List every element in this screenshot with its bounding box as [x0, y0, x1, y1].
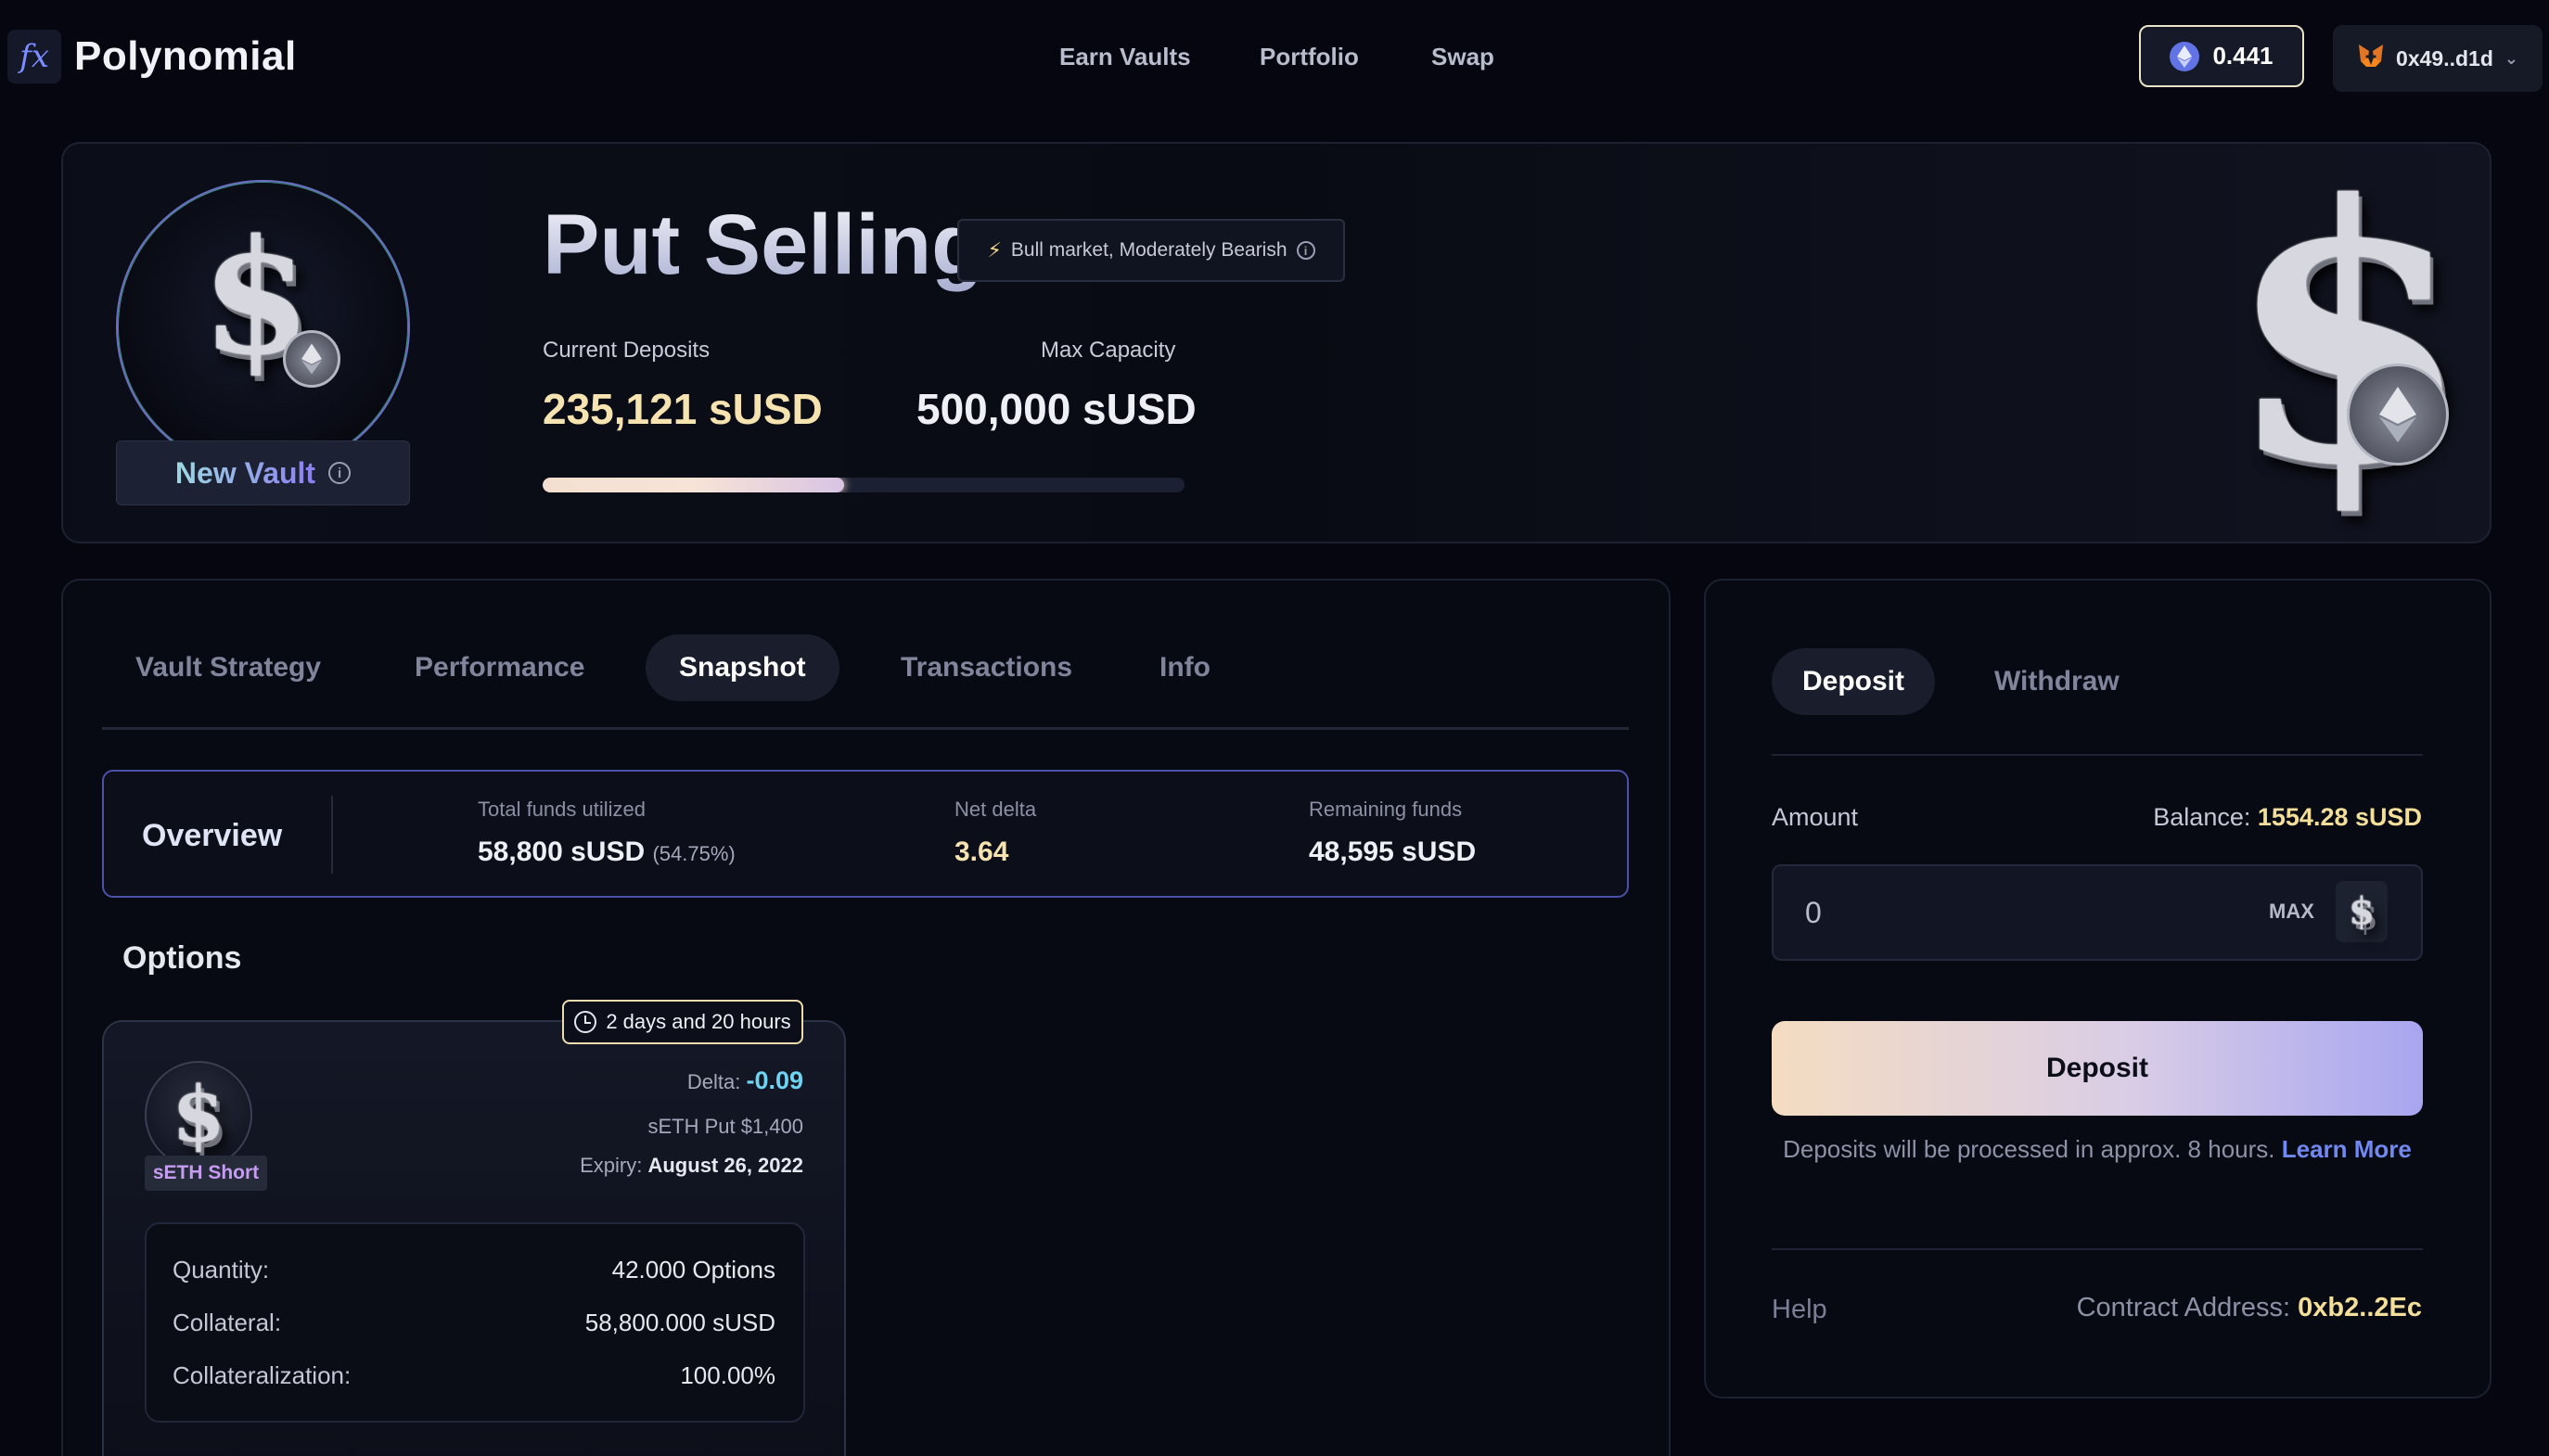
amount-input[interactable] [1805, 888, 2176, 937]
current-deposits-value: 235,121 sUSD [543, 385, 823, 433]
expiry-timer: 2 days and 20 hours [562, 1000, 803, 1044]
brand-name[interactable]: Polynomial [74, 33, 297, 80]
collateral-value: 58,800.000 sUSD [584, 1309, 775, 1336]
nav-swap[interactable]: Swap [1431, 43, 1494, 71]
dollar-coin-icon: $ [172, 1070, 225, 1159]
nav-earn-vaults[interactable]: Earn Vaults [1059, 43, 1191, 71]
info-icon[interactable]: i [1296, 241, 1315, 260]
ethereum-icon [283, 330, 340, 388]
market-tag-label: Bull market, Moderately Bearish [1010, 239, 1287, 261]
tab-withdraw[interactable]: Withdraw [1994, 648, 2120, 715]
dollar-sign-icon: $ [2226, 128, 2472, 543]
quantity-label: Quantity: [173, 1256, 270, 1284]
balance-value: 1554.28 sUSD [2257, 803, 2422, 831]
eth-balance-value: 0.441 [2212, 42, 2274, 70]
vault-hero [61, 142, 2491, 543]
tab-divider [102, 727, 1629, 730]
quantity-value: 42.000 Options [611, 1256, 775, 1284]
page-title: Put Selling [543, 198, 984, 292]
tab-deposit[interactable]: Deposit [1772, 648, 1935, 715]
current-deposits-label: Current Deposits [543, 338, 711, 363]
info-icon[interactable]: i [328, 462, 352, 484]
wallet-button[interactable]: 0x49..d1d ⌄ [2333, 25, 2543, 92]
tab-snapshot[interactable]: Snapshot [646, 634, 839, 701]
options-heading: Options [122, 940, 242, 976]
clock-icon [574, 1011, 597, 1033]
tab-info[interactable]: Info [1159, 634, 1210, 701]
new-vault-label: New Vault [174, 455, 316, 490]
logo-icon[interactable]: fx [7, 30, 61, 83]
delta-value: -0.09 [746, 1066, 803, 1094]
option-type-badge: sETH Short [145, 1156, 267, 1191]
divider [1772, 1248, 2423, 1250]
eth-balance-button[interactable]: 0.441 [2139, 25, 2304, 87]
max-capacity-value: 500,000 sUSD [916, 385, 1197, 433]
deposit-button[interactable]: Deposit [1772, 1021, 2423, 1116]
metamask-fox-icon [2357, 43, 2385, 74]
collateralization-value: 100.00% [680, 1361, 775, 1389]
amount-label: Amount [1772, 803, 1859, 831]
ethereum-icon [2170, 41, 2200, 71]
wallet-address: 0x49..d1d [2396, 45, 2493, 70]
token-selector[interactable]: $ [2336, 881, 2388, 942]
remaining-funds-value: 48,595 sUSD [1309, 837, 1477, 867]
tab-vault-strategy[interactable]: Vault Strategy [135, 634, 321, 701]
total-funds-percent: (54.75%) [652, 842, 736, 865]
divider [1772, 754, 2423, 756]
learn-more-link[interactable]: Learn More [2282, 1135, 2412, 1163]
new-vault-badge: New Vault i [116, 441, 410, 505]
dollar-coin-icon: $ [2349, 889, 2375, 933]
collateral-label: Collateral: [173, 1309, 282, 1336]
total-funds-value: 58,800 sUSD (54.75%) [478, 837, 736, 867]
ethereum-icon [2347, 364, 2449, 466]
help-link[interactable]: Help [1772, 1295, 1827, 1325]
expiry-value: August 26, 2022 [647, 1154, 803, 1177]
lightning-icon: ⚡ [987, 238, 1002, 262]
option-coin: $ [145, 1061, 252, 1169]
deposit-note: Deposits will be processed in approx. 8 … [1783, 1135, 2412, 1163]
capacity-progress-bar [543, 478, 1185, 492]
contract-address-row: Contract Address: 0xb2..2Ec [2076, 1293, 2422, 1322]
chevron-down-icon: ⌄ [2504, 48, 2518, 68]
balance-row: Balance: 1554.28 sUSD [2153, 803, 2422, 831]
market-tag: ⚡ Bull market, Moderately Bearish i [957, 219, 1345, 282]
total-funds-label: Total funds utilized [478, 798, 646, 821]
nav-portfolio[interactable]: Portfolio [1260, 43, 1359, 71]
max-button[interactable]: MAX [2269, 900, 2314, 924]
tab-transactions[interactable]: Transactions [901, 634, 1072, 701]
delta-row: Delta: -0.09 [686, 1066, 803, 1094]
vault-image: $ [116, 180, 410, 474]
capacity-progress-fill [543, 478, 845, 492]
tab-performance[interactable]: Performance [415, 634, 584, 701]
instrument-label: sETH Put $1,400 [647, 1115, 803, 1138]
net-delta-label: Net delta [954, 798, 1037, 821]
overview-title: Overview [142, 818, 283, 853]
dollar-hero-icon: $ [2208, 160, 2471, 521]
contract-address-link[interactable]: 0xb2..2Ec [2298, 1293, 2422, 1322]
divider [331, 796, 333, 874]
collateralization-label: Collateralization: [173, 1361, 352, 1389]
net-delta-value: 3.64 [954, 837, 1009, 867]
timer-label: 2 days and 20 hours [606, 1010, 791, 1033]
remaining-funds-label: Remaining funds [1309, 798, 1463, 821]
max-capacity-label: Max Capacity [1041, 338, 1176, 363]
expiry-row: Expiry: August 26, 2022 [580, 1154, 803, 1177]
